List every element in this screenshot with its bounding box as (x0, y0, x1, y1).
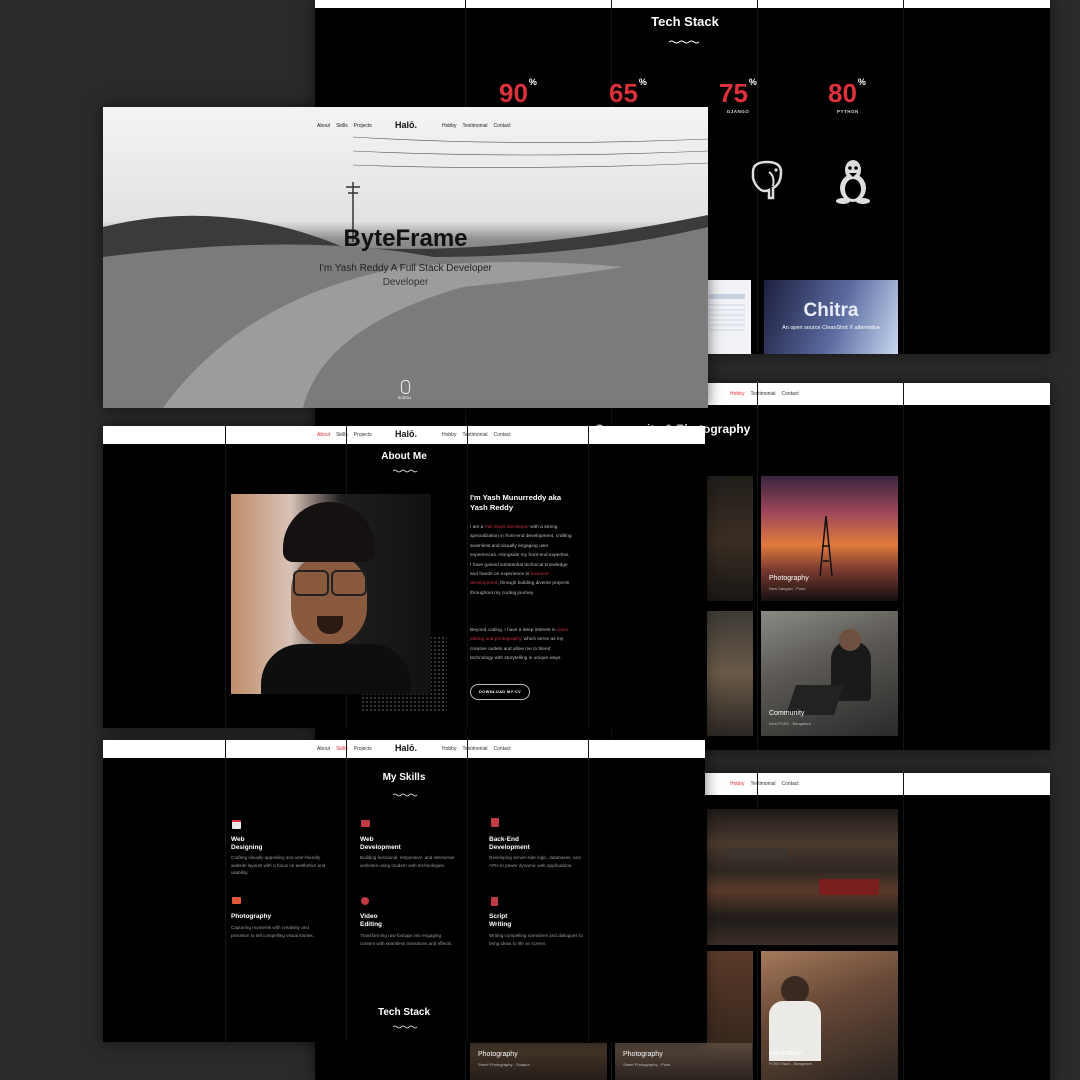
site-logo[interactable]: Halō. (395, 120, 417, 130)
about-heading: I'm Yash Munurreddy aka Yash Reddy (470, 493, 562, 512)
nav-link-projects[interactable]: Projects (354, 123, 372, 129)
skill-description: Building functional, responsive, and int… (360, 855, 455, 868)
title-wave-icon (393, 1025, 417, 1029)
tile-title: Community (769, 710, 805, 717)
hero-nav: About Skills Projects Halō. Hobby Testim… (103, 117, 708, 135)
scroll-indicator[interactable] (401, 380, 410, 394)
skill-percent: 80% (828, 77, 866, 108)
nav-link-hobby[interactable]: Hobby (442, 432, 456, 438)
nav-bar: About Skills Projects Halō. Hobby Testim… (103, 426, 705, 444)
section-title: My Skills (382, 772, 426, 783)
tile-subtitle: Infra FOSS - Bangalore (769, 721, 811, 726)
about-paragraph-1: I am a Full Stack Developer with a stron… (470, 525, 572, 596)
skill-title: Video Editing (360, 913, 383, 928)
hero-card: About Skills Projects Halō. Hobby Testim… (103, 107, 708, 408)
project-thumbnail[interactable] (703, 280, 751, 354)
nav-link-contact[interactable]: Contact (493, 432, 510, 438)
skill-label: PYTHON (837, 109, 859, 114)
skill-title: Web Development (360, 836, 401, 851)
monitor-icon (361, 820, 370, 827)
photo-tile[interactable] (707, 611, 753, 736)
nav-link-testimonial[interactable]: Testimonial (750, 781, 775, 787)
nav-link-contact[interactable]: Contact (781, 391, 798, 397)
download-cv-button[interactable]: DOWNLOAD MY CV (470, 684, 530, 700)
nav-link-hobby[interactable]: Hobby (730, 781, 744, 787)
skill-percent: 75% (719, 77, 757, 108)
hero-title: ByteFrame (343, 225, 468, 252)
tile-title: Photography (478, 1051, 518, 1058)
nav-link-contact[interactable]: Contact (493, 746, 510, 752)
nav-link-hobby[interactable]: Hobby (730, 391, 744, 397)
nav-link-hobby[interactable]: Hobby (442, 746, 456, 752)
title-wave-icon (393, 793, 417, 797)
nav-link-contact[interactable]: Contact (493, 123, 510, 129)
section-title: About Me (381, 451, 427, 462)
nav-bar: About Skills Projects Halō. Hobby Testim… (103, 740, 705, 758)
section-title: Tech Stack (377, 1007, 431, 1018)
nav-link-testimonial[interactable]: Testimonial (462, 123, 487, 129)
skills-card: About Skills Projects Halō. Hobby Testim… (103, 740, 705, 1042)
project-title: Chitra (803, 300, 859, 321)
nav-link-projects[interactable]: Projects (354, 432, 372, 438)
nav-link-testimonial[interactable]: Testimonial (750, 391, 775, 397)
nav-link-contact[interactable]: Contact (781, 781, 798, 787)
tile-title: Photography (769, 575, 809, 582)
skill-percent: 90% (499, 77, 537, 108)
nav-link-about[interactable]: About (317, 746, 330, 752)
nav-link-skills[interactable]: Skills (336, 123, 348, 129)
highlight-text: Full Stack Developer (484, 525, 529, 530)
document-icon (491, 897, 498, 906)
about-paragraph-2: Beyond coding, I have a deep interest in… (470, 628, 569, 662)
tower-icon (819, 516, 833, 576)
skill-description: Capturing moments with creativity and pr… (231, 925, 314, 938)
skill-description: Transforming raw footage into engaging c… (360, 933, 453, 946)
scroll-label: SCROLL (397, 396, 412, 400)
hero-landscape (103, 136, 708, 408)
browser-window-icon (232, 820, 241, 829)
hero-subtitle-line2: Developer (382, 277, 429, 288)
nav-bar (315, 0, 1050, 8)
photo-tile[interactable] (707, 809, 898, 945)
title-wave-icon (669, 40, 699, 44)
skill-percent: 65% (609, 77, 647, 108)
tile-subtitle: Street Photography - Pune (623, 1062, 671, 1067)
nav-link-about[interactable]: About (317, 432, 330, 438)
about-card: About Skills Projects Halō. Hobby Testim… (103, 426, 705, 728)
photo-tile-photography[interactable]: Photography Street Photography - Pune (615, 1043, 752, 1080)
profile-photo (231, 494, 431, 694)
skill-title: Back-End Development (489, 836, 530, 851)
tile-subtitle: FOSS Hack - Bangalore (769, 1061, 812, 1066)
photo-tile-photography[interactable]: Photography Street Photography - Solapur (470, 1043, 607, 1080)
server-icon (491, 818, 499, 827)
photo-tile-community[interactable]: Community Infra FOSS - Bangalore (761, 611, 898, 736)
linux-penguin-icon (836, 160, 870, 204)
skill-title: Photography (231, 913, 272, 920)
site-logo[interactable]: Halō. (395, 429, 417, 439)
skill-description: Writing compelling narratives and dialog… (489, 933, 583, 946)
photo-tile-photography[interactable]: Photography New Sangavi - Pune (761, 476, 898, 601)
skill-description: Crafting visually appealing and user-fri… (231, 855, 326, 875)
title-wave-icon (393, 469, 417, 473)
play-circle-icon (361, 897, 369, 905)
tile-subtitle: Street Photography - Solapur (478, 1062, 530, 1067)
nav-link-hobby[interactable]: Hobby (442, 123, 456, 129)
nav-link-projects[interactable]: Projects (354, 746, 372, 752)
skill-title: Web Designing (231, 836, 263, 851)
camera-icon (232, 897, 241, 904)
hero-subtitle: I'm Yash Reddy A Full Stack Developer (319, 263, 492, 274)
tile-title: Hackathon (769, 1050, 803, 1057)
tile-title: Photography (623, 1051, 663, 1058)
postgresql-elephant-icon (751, 160, 783, 200)
skill-description: Developing server-side logic, databases,… (489, 855, 581, 868)
project-card-chitra[interactable]: Chitra An open source CleanShot X altern… (764, 280, 898, 354)
skill-label: DJANGO (727, 109, 750, 114)
skill-title: Script Writing (489, 913, 512, 928)
nav-link-about[interactable]: About (317, 123, 330, 129)
site-logo[interactable]: Halō. (395, 743, 417, 753)
project-subtitle: An open source CleanShot X alternative (782, 325, 880, 331)
photo-tile-hackathon[interactable]: Hackathon FOSS Hack - Bangalore (761, 951, 898, 1080)
tile-subtitle: New Sangavi - Pune (769, 586, 806, 591)
photo-tile[interactable] (707, 476, 753, 601)
section-title: Tech Stack (651, 14, 719, 29)
